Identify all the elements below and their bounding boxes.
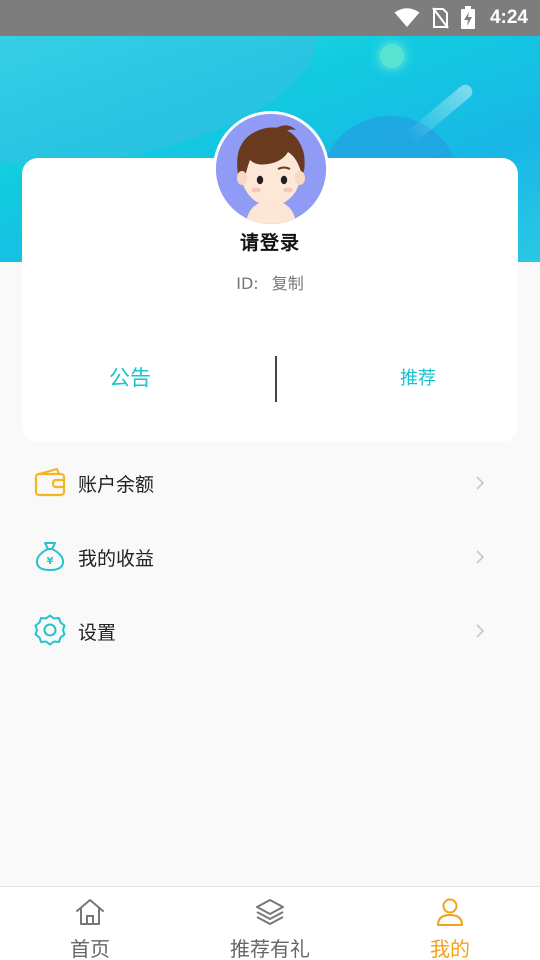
wifi-icon [394,8,420,27]
login-prompt[interactable]: 请登录 [22,228,518,255]
home-icon [76,899,104,925]
money-bag-icon: ¥ [35,542,65,572]
user-icon [437,898,463,926]
menu-item-settings[interactable]: 设置 [0,594,540,668]
id-label: ID: [236,274,259,293]
nav-label: 首页 [70,937,110,960]
menu-item-my-earnings[interactable]: ¥ 我的收益 [0,520,540,594]
avatar-image [216,114,326,224]
notice-button[interactable]: 公告 [80,362,180,392]
user-id-row: ID: 复制 [22,270,518,294]
bottom-navigation: 首页 推荐有礼 我的 [0,886,540,960]
nav-tab-referral[interactable]: 推荐有礼 [180,887,360,960]
avatar[interactable] [213,111,329,227]
layers-icon [256,899,284,925]
status-time: 4:24 [489,7,528,28]
status-bar: 4:24 [0,0,540,36]
wallet-icon [34,467,66,497]
no-sim-icon [432,7,449,29]
chevron-right-icon [476,550,485,564]
nav-label: 我的 [430,937,470,960]
chevron-right-icon [476,476,485,490]
svg-text:¥: ¥ [47,556,54,567]
chevron-right-icon [476,624,485,638]
menu-item-label: 设置 [78,621,117,644]
nav-tab-mine[interactable]: 我的 [360,887,540,960]
settings-gear-icon [34,614,66,646]
my-profile-screen: 4:24 请登录 ID: 复制 公告 推荐 账户余额 ¥ 我的收益 设置 首页 … [0,0,540,960]
menu-item-account-balance[interactable]: 账户余额 [0,446,540,520]
menu-item-label: 我的收益 [78,547,155,570]
menu-list: 账户余额 ¥ 我的收益 设置 [0,446,540,668]
nav-tab-home[interactable]: 首页 [0,887,180,960]
actions-divider [275,356,277,402]
card-actions: 公告 推荐 [22,354,518,402]
nav-label: 推荐有礼 [230,937,310,960]
recommend-button[interactable]: 推荐 [368,364,468,390]
battery-charging-icon [460,6,475,29]
copy-id-button[interactable]: 复制 [272,274,304,293]
menu-item-label: 账户余额 [78,473,155,496]
